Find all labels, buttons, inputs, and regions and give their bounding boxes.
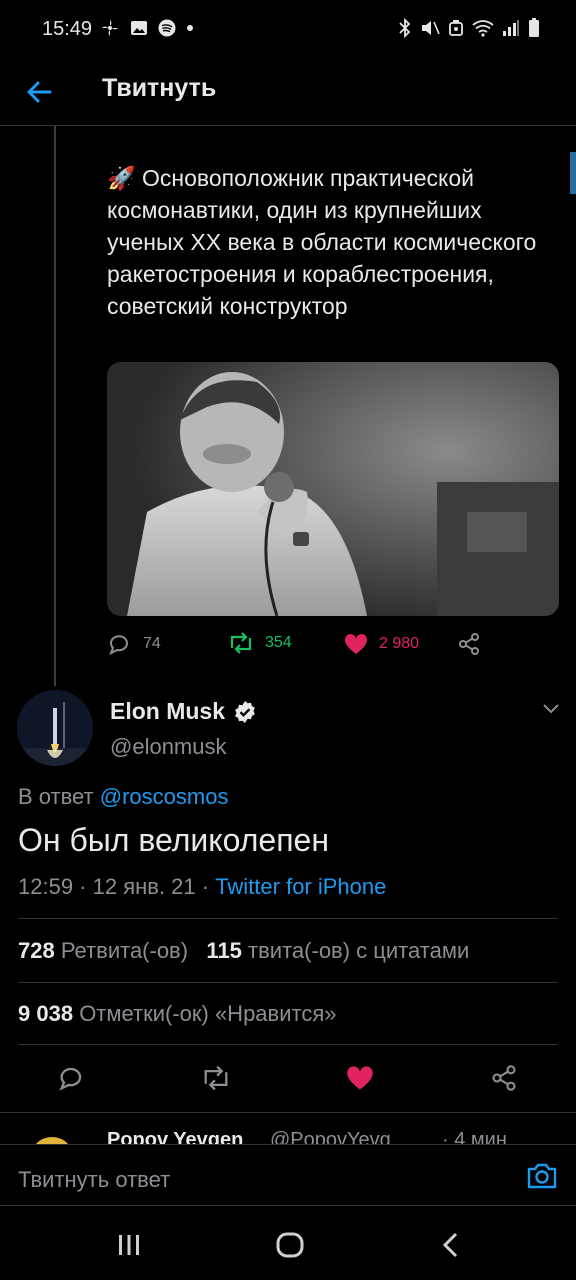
retweet-icon (230, 632, 252, 654)
divider (18, 982, 558, 983)
chevron-down-icon (543, 704, 559, 714)
avatar[interactable] (17, 690, 93, 766)
bluetooth-icon (398, 18, 412, 38)
retweets-count: 728 (18, 938, 55, 963)
retweets-stat[interactable]: 728 Ретвита(-ов) (18, 938, 188, 963)
next-reply-preview[interactable]: Popov Yevgen @PopovYevg · 4 мин (0, 1112, 576, 1144)
status-time: 15:49 (42, 18, 93, 40)
parent-tweet-actions: 74 354 2 980 (107, 632, 527, 660)
back-arrow-icon (27, 81, 52, 103)
likes-stat[interactable]: 9 038 Отметки(-ок) «Нравится» (18, 1001, 337, 1027)
heart-icon (347, 1066, 373, 1090)
camera-icon (527, 1163, 557, 1189)
back-nav-button[interactable] (436, 1232, 466, 1258)
alarm-icon (448, 19, 464, 37)
share-button[interactable] (486, 1062, 522, 1094)
app-bar: Твитнуть (0, 60, 576, 126)
retweet-button[interactable] (198, 1062, 234, 1094)
likes-count: 9 038 (18, 1001, 74, 1026)
pinwheel-icon (100, 18, 120, 38)
battery-icon (528, 18, 540, 38)
reply-to-mention-link[interactable]: @roscosmos (100, 784, 229, 809)
heart-icon (344, 633, 368, 654)
verified-badge-icon (235, 700, 255, 723)
home-button[interactable] (275, 1232, 305, 1258)
parent-like-count: 2 980 (379, 635, 420, 652)
next-reply-author-handle: @PopovYevg (270, 1129, 391, 1144)
status-left-icons (100, 18, 194, 38)
recent-apps-button[interactable] (114, 1232, 144, 1258)
quotes-stat[interactable]: 115 твита(-ов) с цитатами (206, 938, 469, 963)
rocket-icon: 🚀 (107, 165, 136, 191)
retweet-icon (204, 1065, 228, 1091)
tweet-photo[interactable] (107, 362, 559, 616)
spotify-icon (158, 19, 176, 37)
author-handle[interactable]: @elonmusk (110, 734, 227, 760)
retweets-label: Ретвита(-ов) (60, 938, 189, 963)
back-chevron-icon (442, 1232, 458, 1258)
likes-label: Отметки(-ок) «Нравится» (79, 1001, 337, 1026)
reply-to-prefix: В ответ (18, 784, 94, 809)
tweet-menu-button[interactable] (542, 702, 560, 720)
wifi-icon (472, 19, 494, 37)
scrollbar[interactable] (570, 152, 576, 194)
dot-icon (186, 24, 194, 32)
reply-to-line: В ответ @roscosmos (18, 784, 228, 810)
mute-icon (420, 19, 440, 37)
divider (18, 1044, 558, 1045)
parent-share-button[interactable] (457, 632, 481, 656)
like-button[interactable] (342, 1062, 378, 1094)
tweet-text: Он был великолепен (18, 822, 329, 858)
camera-button[interactable] (526, 1161, 558, 1191)
tweet-timestamp: 12:59 · 12 янв. 21 · (18, 874, 216, 899)
quotes-count: 115 (206, 938, 242, 963)
parent-tweet-body: Основоположник практической космонавтики… (107, 165, 537, 319)
rocket-launch-avatar-image (17, 690, 93, 766)
divider (18, 918, 558, 919)
parent-reply-button[interactable]: 74 (107, 632, 161, 656)
reply-input[interactable]: Твитнуть ответ (18, 1167, 170, 1193)
thread-line (54, 126, 56, 686)
tweet-actions (0, 1058, 576, 1098)
author-name[interactable]: Elon Musk (110, 698, 257, 725)
system-nav-bar (0, 1206, 576, 1280)
quotes-label: твита(-ов) с цитатами (248, 938, 470, 963)
author-name-text: Elon Musk (110, 698, 226, 724)
home-icon (276, 1232, 304, 1258)
signal-icon (502, 19, 520, 37)
reply-button[interactable] (54, 1062, 90, 1094)
share-icon (459, 633, 479, 655)
avatar[interactable] (30, 1137, 74, 1144)
parent-like-button[interactable]: 2 980 (343, 632, 419, 656)
gallery-icon (130, 20, 148, 36)
parent-reply-count: 74 (143, 635, 161, 652)
parent-retweet-button[interactable]: 354 (227, 632, 292, 654)
recent-apps-icon (119, 1235, 139, 1255)
reply-icon (59, 1067, 82, 1091)
tweet-meta: 12:59 · 12 янв. 21 · Twitter for iPhone (18, 874, 386, 900)
portrait-image (107, 362, 559, 616)
tweet-source-link[interactable]: Twitter for iPhone (215, 874, 386, 899)
back-button[interactable] (22, 74, 58, 110)
parent-tweet-text: 🚀 Основоположник практической космонавти… (107, 162, 547, 322)
retweet-quote-counts: 728 Ретвита(-ов) 115 твита(-ов) с цитата… (18, 938, 469, 964)
status-bar: 15:49 (0, 0, 576, 60)
next-reply-time: · 4 мин (442, 1129, 507, 1144)
reply-compose-bar[interactable]: Твитнуть ответ (0, 1144, 576, 1206)
next-reply-author-name: Popov Yevgen (107, 1129, 244, 1144)
share-icon (492, 1065, 516, 1091)
page-title: Твитнуть (102, 74, 217, 102)
status-right-icons (398, 18, 540, 38)
reply-icon (109, 635, 128, 656)
tweet-author: Elon Musk @elonmusk (0, 686, 576, 770)
parent-retweet-count: 354 (265, 634, 292, 651)
